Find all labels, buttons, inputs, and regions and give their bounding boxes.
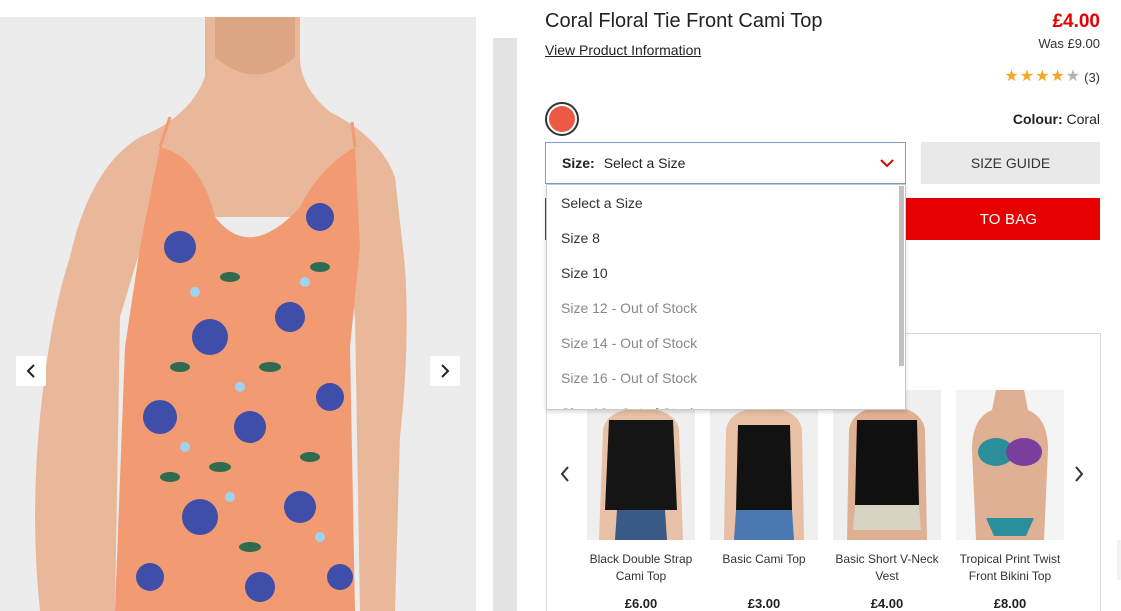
- size-select-value: Select a Size: [603, 155, 686, 171]
- chevron-right-icon[interactable]: [1072, 465, 1086, 483]
- page-edge: [1117, 540, 1121, 580]
- size-option[interactable]: Size 16 - Out of Stock: [547, 360, 905, 395]
- colour-label-title: Colour:: [1012, 111, 1063, 127]
- star-icon: ★: [1004, 68, 1019, 85]
- chevron-left-icon: [26, 364, 35, 378]
- size-option[interactable]: Size 10: [547, 255, 905, 290]
- size-option[interactable]: Size 8: [547, 220, 905, 255]
- size-select-label: Size:: [562, 155, 595, 171]
- recommendation-price: £4.00: [870, 596, 904, 611]
- product-price: £4.00: [1052, 11, 1100, 32]
- recommendation-image: [833, 390, 941, 540]
- swatch-fill: [549, 106, 575, 132]
- star-icon: ★: [1035, 68, 1050, 85]
- model-photo: [35, 17, 407, 611]
- colour-value: Coral: [1066, 111, 1100, 127]
- add-to-bag-label: TO BAG: [979, 210, 1038, 228]
- recommendation-card[interactable]: Tropical Print Twist Front Bikini Top £8…: [955, 390, 1065, 611]
- recommendation-image: [710, 390, 818, 540]
- size-dropdown-list[interactable]: Select a Size Size 8 Size 10 Size 12 - O…: [546, 184, 906, 410]
- view-product-information-link[interactable]: View Product Information: [545, 42, 701, 58]
- size-option[interactable]: Select a Size: [547, 185, 905, 220]
- rating-count: (3): [1084, 69, 1100, 85]
- dropdown-scrollbar[interactable]: [899, 186, 904, 366]
- size-option[interactable]: Size 12 - Out of Stock: [547, 290, 905, 325]
- recommendation-card[interactable]: Basic Cami Top £3.00: [709, 390, 819, 611]
- recommendation-name: Basic Short V-Neck Vest: [835, 552, 939, 583]
- colour-swatch-coral[interactable]: [545, 102, 579, 136]
- was-price: Was £9.00: [1038, 36, 1100, 51]
- recommendation-price: £3.00: [747, 596, 781, 611]
- secondary-product-image[interactable]: [493, 38, 517, 611]
- star-icon: ★: [1050, 68, 1065, 85]
- size-select[interactable]: Size: Select a Size: [545, 142, 906, 184]
- chevron-left-icon[interactable]: [558, 465, 572, 483]
- chevron-down-icon: [880, 159, 894, 168]
- size-option[interactable]: Size 14 - Out of Stock: [547, 325, 905, 360]
- recommendation-name: Black Double Strap Cami Top: [589, 552, 693, 583]
- product-rating[interactable]: ★ ★ ★ ★ ★ (3): [1004, 69, 1100, 85]
- recommendation-image: [956, 390, 1064, 540]
- star-icon: ★: [1065, 68, 1081, 85]
- colour-label: Colour: Coral: [1013, 111, 1100, 127]
- recommendation-name: Basic Cami Top: [722, 552, 806, 566]
- recommendation-name: Tropical Print Twist Front Bikini Top: [959, 552, 1061, 583]
- product-main-image: [0, 17, 476, 611]
- size-guide-button[interactable]: SIZE GUIDE: [921, 142, 1100, 184]
- recommendation-card[interactable]: Basic Short V-Neck Vest £4.00: [832, 390, 942, 611]
- chevron-right-icon: [441, 364, 450, 378]
- image-prev-button[interactable]: [16, 356, 46, 386]
- size-option[interactable]: Size 18 - Out of Stock: [547, 395, 905, 410]
- product-title: Coral Floral Tie Front Cami Top: [545, 10, 823, 32]
- recommendation-card[interactable]: Black Double Strap Cami Top £6.00: [586, 390, 696, 611]
- star-icon: ★: [1019, 68, 1035, 85]
- recommendation-price: £8.00: [993, 596, 1027, 611]
- recommendation-price: £6.00: [624, 596, 658, 611]
- image-next-button[interactable]: [430, 356, 460, 386]
- recommendation-image: [587, 390, 695, 540]
